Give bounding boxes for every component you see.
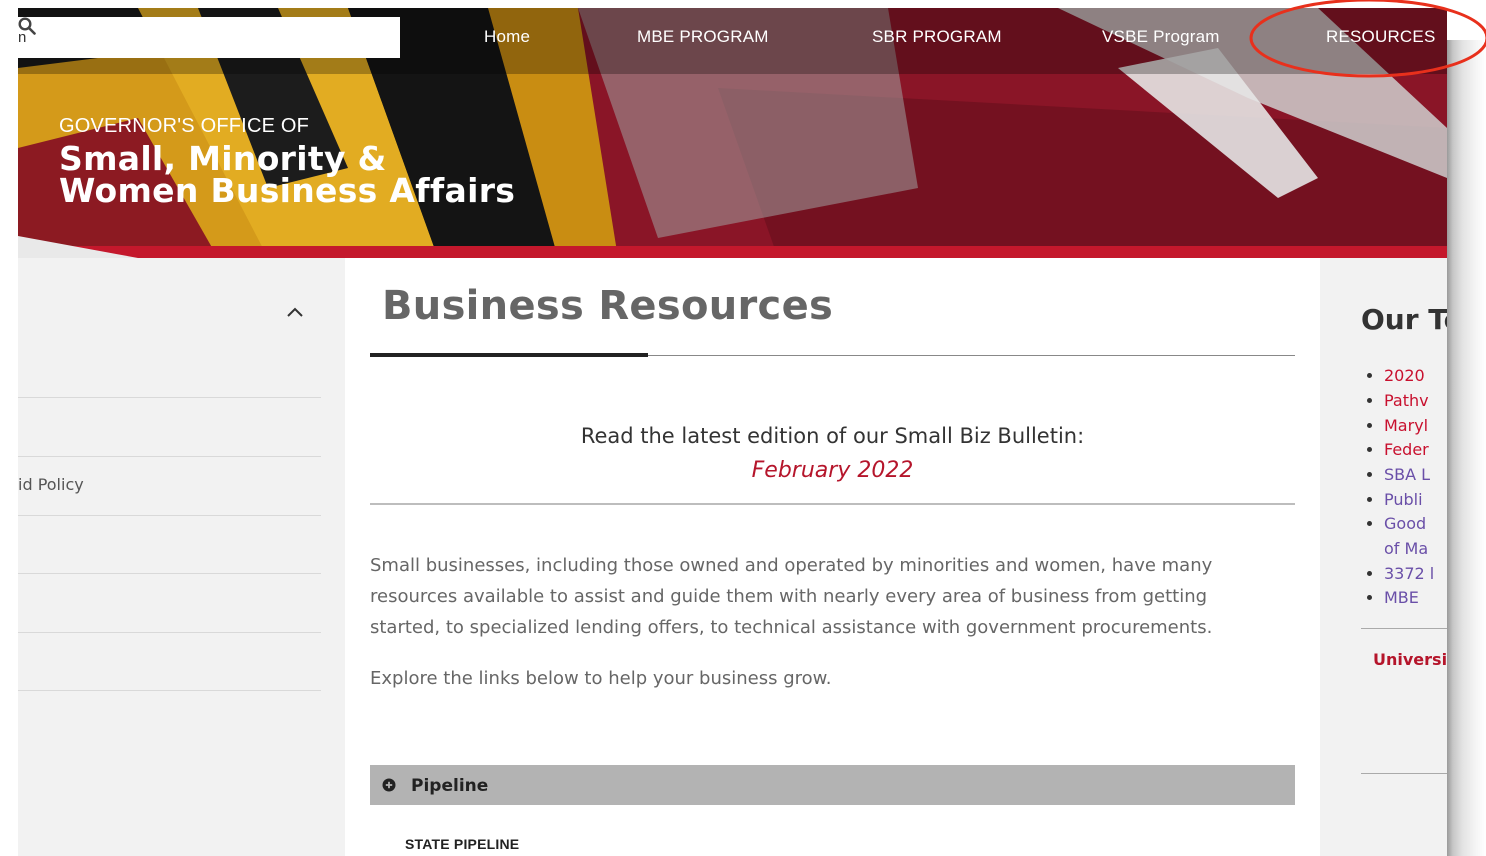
accordion-label: Pipeline bbox=[411, 776, 489, 796]
resource-link[interactable]: SBA L bbox=[1384, 465, 1430, 484]
pipeline-accordion-header[interactable]: Pipeline bbox=[370, 765, 1295, 805]
bullet bbox=[1367, 373, 1372, 378]
list-item[interactable]: 3372 l bbox=[1367, 564, 1434, 583]
list-item[interactable]: 2020 bbox=[1367, 366, 1425, 385]
search-icon[interactable] bbox=[18, 17, 36, 35]
resource-link[interactable]: Publi bbox=[1384, 490, 1423, 509]
right-divider bbox=[1361, 628, 1447, 629]
resource-link[interactable]: Feder bbox=[1384, 440, 1429, 459]
bullet bbox=[1367, 447, 1372, 452]
bullet bbox=[1367, 521, 1372, 526]
sidebar-divider bbox=[18, 573, 321, 574]
left-sidebar: id Policy bbox=[18, 258, 345, 856]
intro-paragraph: Small businesses, including those owned … bbox=[370, 555, 1213, 638]
sidebar-divider bbox=[18, 690, 321, 691]
main-content: Business Resources Read the latest editi… bbox=[345, 258, 1320, 856]
list-item[interactable]: Maryl bbox=[1367, 416, 1428, 435]
bullet bbox=[1367, 571, 1372, 576]
bullet bbox=[1367, 423, 1372, 428]
explore-paragraph: Explore the links below to help your bus… bbox=[370, 668, 832, 689]
list-item[interactable]: Feder bbox=[1367, 440, 1429, 459]
resource-link[interactable]: 3372 l bbox=[1384, 564, 1434, 583]
sidebar-item-policy[interactable]: id Policy bbox=[18, 475, 84, 494]
resource-link[interactable]: Maryl bbox=[1384, 416, 1428, 435]
nav-home[interactable]: Home bbox=[484, 27, 530, 47]
state-pipeline-heading: STATE PIPELINE bbox=[405, 836, 520, 852]
list-item[interactable]: Good bbox=[1367, 514, 1426, 533]
bullet bbox=[1367, 595, 1372, 600]
list-item[interactable]: Pathv bbox=[1367, 391, 1429, 410]
chevron-up-icon[interactable] bbox=[286, 306, 304, 318]
title-underline-accent bbox=[370, 353, 648, 357]
resource-link[interactable]: 2020 bbox=[1384, 366, 1425, 385]
university-link[interactable]: Universit bbox=[1373, 650, 1447, 669]
header-banner: Home MBE PROGRAM SBR PROGRAM VSBE Progra… bbox=[18, 8, 1447, 258]
browser-page: Home MBE PROGRAM SBR PROGRAM VSBE Progra… bbox=[18, 8, 1447, 856]
sidebar-divider bbox=[18, 456, 321, 457]
resource-link[interactable]: of Ma bbox=[1384, 539, 1428, 558]
window-edge-shadow bbox=[1447, 40, 1486, 856]
list-item-continuation[interactable]: of Ma bbox=[1384, 539, 1428, 558]
bulletin-link[interactable]: February 2022 bbox=[345, 458, 1320, 483]
right-divider bbox=[1361, 773, 1447, 774]
list-item[interactable]: MBE bbox=[1367, 588, 1419, 607]
right-sidebar-title: Our To bbox=[1361, 303, 1447, 336]
bulletin-text: Read the latest edition of our Small Biz… bbox=[580, 424, 1085, 448]
sidebar-divider bbox=[18, 632, 321, 633]
brand-preheading: GOVERNOR'S OFFICE OF bbox=[59, 115, 310, 137]
nav-resources[interactable]: RESOURCES bbox=[1326, 27, 1436, 47]
right-sidebar: Our To 2020 Pathv Maryl Feder SBA L Publ… bbox=[1320, 258, 1447, 856]
resource-link[interactable]: MBE bbox=[1384, 588, 1419, 607]
section-divider bbox=[370, 503, 1295, 505]
bullet bbox=[1367, 398, 1372, 403]
plus-circle-icon bbox=[382, 778, 396, 792]
nav-sbr-program[interactable]: SBR PROGRAM bbox=[872, 27, 1002, 47]
page-title: Business Resources bbox=[382, 283, 834, 329]
sidebar-divider bbox=[18, 515, 321, 516]
brand-title-line2[interactable]: Women Business Affairs bbox=[59, 174, 515, 207]
nav-mbe-program[interactable]: MBE PROGRAM bbox=[637, 27, 769, 47]
resource-link[interactable]: Pathv bbox=[1384, 391, 1429, 410]
sidebar-divider bbox=[18, 397, 321, 398]
resource-link[interactable]: Good bbox=[1384, 514, 1426, 533]
search-box bbox=[18, 17, 400, 58]
list-item[interactable]: SBA L bbox=[1367, 465, 1430, 484]
bullet bbox=[1367, 497, 1372, 502]
list-item[interactable]: Publi bbox=[1367, 490, 1423, 509]
search-input[interactable] bbox=[18, 17, 338, 58]
nav-vsbe-program[interactable]: VSBE Program bbox=[1102, 27, 1220, 47]
bullet bbox=[1367, 472, 1372, 477]
